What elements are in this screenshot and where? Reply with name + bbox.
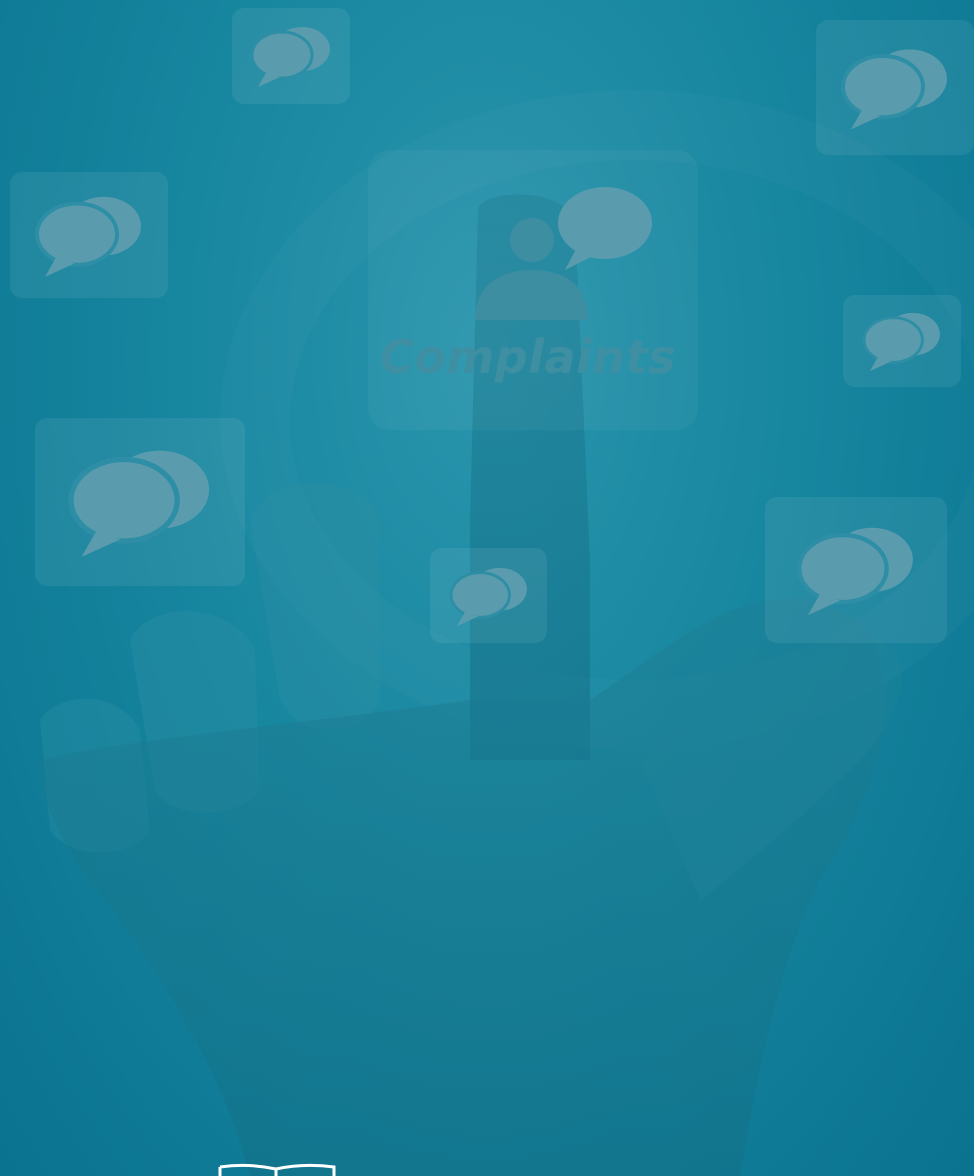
person-icon <box>475 187 652 320</box>
speech-bubbles-icon <box>796 527 913 616</box>
speech-bubbles-icon <box>449 567 527 626</box>
chat-tile <box>232 8 350 104</box>
headline: Complaints <box>380 330 676 384</box>
chat-tile <box>765 497 947 643</box>
chat-tile <box>10 172 168 298</box>
chat-tile <box>35 418 245 586</box>
speech-bubbles-icon <box>35 196 141 277</box>
speech-bubbles-icon <box>862 312 940 372</box>
speech-bubble-icon <box>558 187 652 270</box>
shield-logo-icon <box>218 1163 336 1176</box>
chat-tile <box>816 20 974 155</box>
speech-bubbles-icon <box>250 27 330 87</box>
speech-bubbles-icon <box>841 48 947 129</box>
chat-tile <box>843 295 961 387</box>
cover-image: Complaints <box>0 0 974 1176</box>
speech-bubbles-icon <box>68 450 210 557</box>
chat-tile <box>430 548 547 643</box>
